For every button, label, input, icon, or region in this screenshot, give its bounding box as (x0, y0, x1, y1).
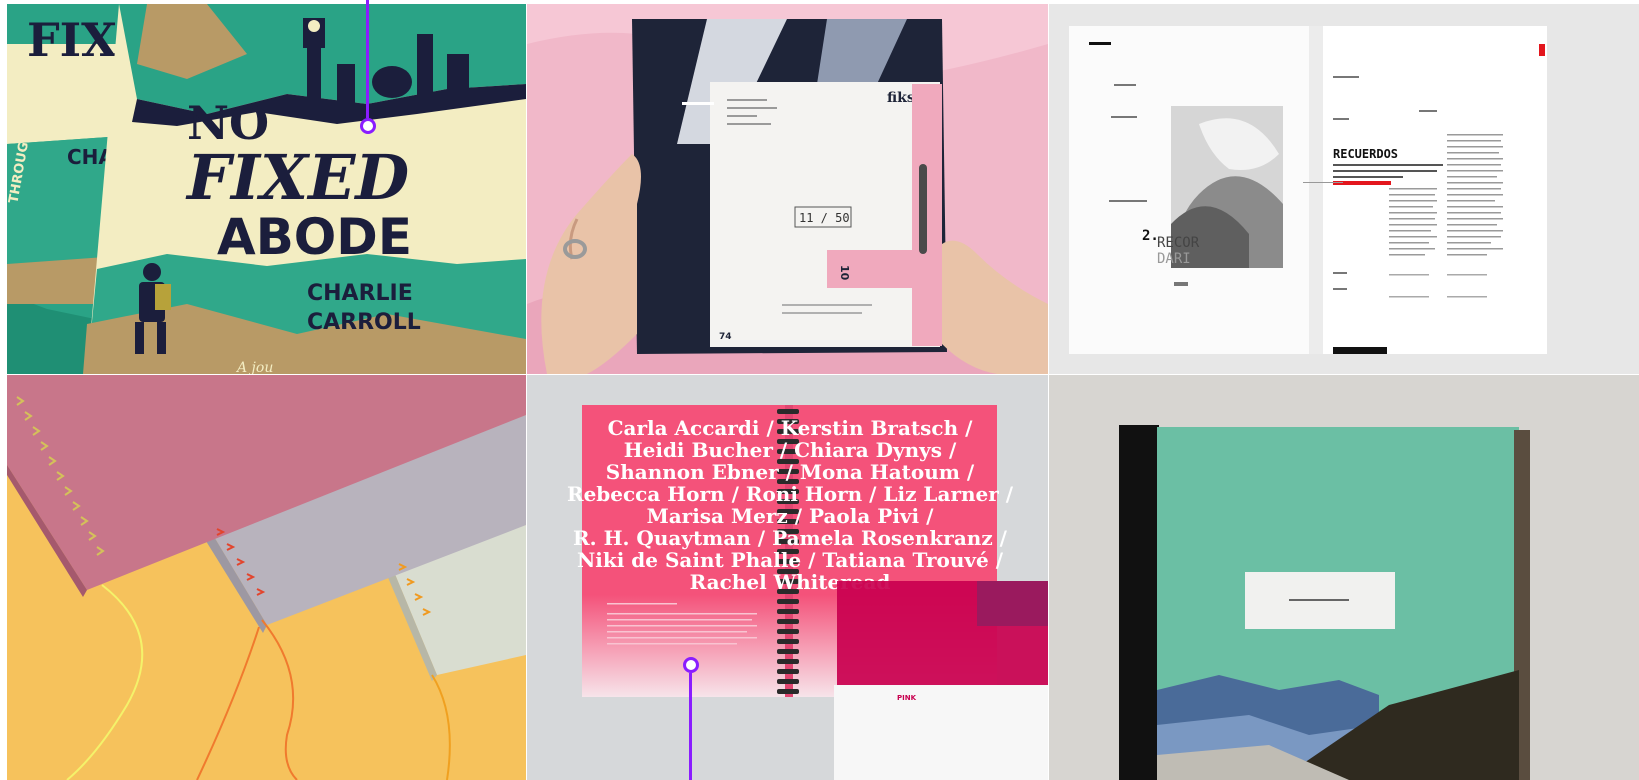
magazine-counter: 11 / 50 (799, 211, 850, 225)
magazine-tab-number: 10 (838, 265, 851, 281)
notebooks-image (7, 375, 526, 780)
feature-text-2: DARI (1157, 251, 1191, 267)
magazine-image: fiks 11 / 50 10 74 (527, 4, 1048, 374)
cover-author-first: CHARLIE (307, 281, 413, 306)
book-cover-image: FIX ABO CHARL CARRO THROUGH FROM NO (7, 4, 526, 374)
guide-line-top (366, 0, 369, 118)
cover-bottom-fragment: A jou (235, 360, 273, 374)
feature-text-1: RECOR (1157, 235, 1200, 251)
artist-names-line-4: Rebecca Horn / Roni Horn / Liz Larner / (567, 482, 1014, 506)
cover-title-fixed: FIXED (185, 141, 409, 214)
artist-names-line-2: Heidi Bucher / Chiara Dynys / (624, 438, 957, 462)
gallery-tile-no-fixed-abode[interactable]: FIX ABO CHARL CARRO THROUGH FROM NO (7, 4, 526, 374)
insert-label: PINK (897, 694, 917, 702)
spread-heading: RECUERDOS (1333, 147, 1398, 161)
front-book: NO FIXED ABODE CHARLIE CARROLL A jou (83, 4, 526, 374)
cover-author-last: CARROLL (307, 310, 421, 335)
gallery-tile-recuerdos-spread[interactable]: 2. RECOR DARI RECUERDOS (1049, 4, 1639, 374)
collage-notebook-image (1049, 375, 1639, 780)
artist-names-line-3: Shannon Ebner / Mona Hatoum / (606, 460, 975, 484)
gallery-tile-fiks-magazine[interactable]: fiks 11 / 50 10 74 (527, 4, 1048, 374)
artist-names-line-6: R. H. Quaytman / Pamela Rosenkranz / (573, 526, 1008, 550)
gallery-tile-stitched-notebooks[interactable] (7, 375, 526, 780)
gallery-tile-artist-names-book[interactable]: Carla Accardi / Kerstin Bratsch / Heidi … (527, 375, 1048, 780)
masonry-gallery: FIX ABO CHARL CARRO THROUGH FROM NO (7, 4, 1639, 780)
guide-handle-top[interactable] (360, 118, 376, 134)
magazine-page-number: 74 (719, 332, 732, 342)
gallery-tile-collage-notebook[interactable] (1049, 375, 1639, 780)
magazine-brand: fiks (887, 90, 915, 106)
editorial-spread-image: 2. RECOR DARI RECUERDOS (1049, 4, 1639, 374)
artist-names-line-5: Marisa Merz / Paola Pivi / (647, 504, 935, 528)
guide-line-bottom (689, 673, 692, 780)
artist-names-line-1: Carla Accardi / Kerstin Bratsch / (608, 416, 974, 440)
artist-names-line-7: Niki de Saint Phalle / Tatiana Trouvé / (577, 548, 1004, 572)
spiral-book-image: Carla Accardi / Kerstin Bratsch / Heidi … (527, 375, 1048, 780)
guide-handle-bottom[interactable] (683, 657, 699, 673)
